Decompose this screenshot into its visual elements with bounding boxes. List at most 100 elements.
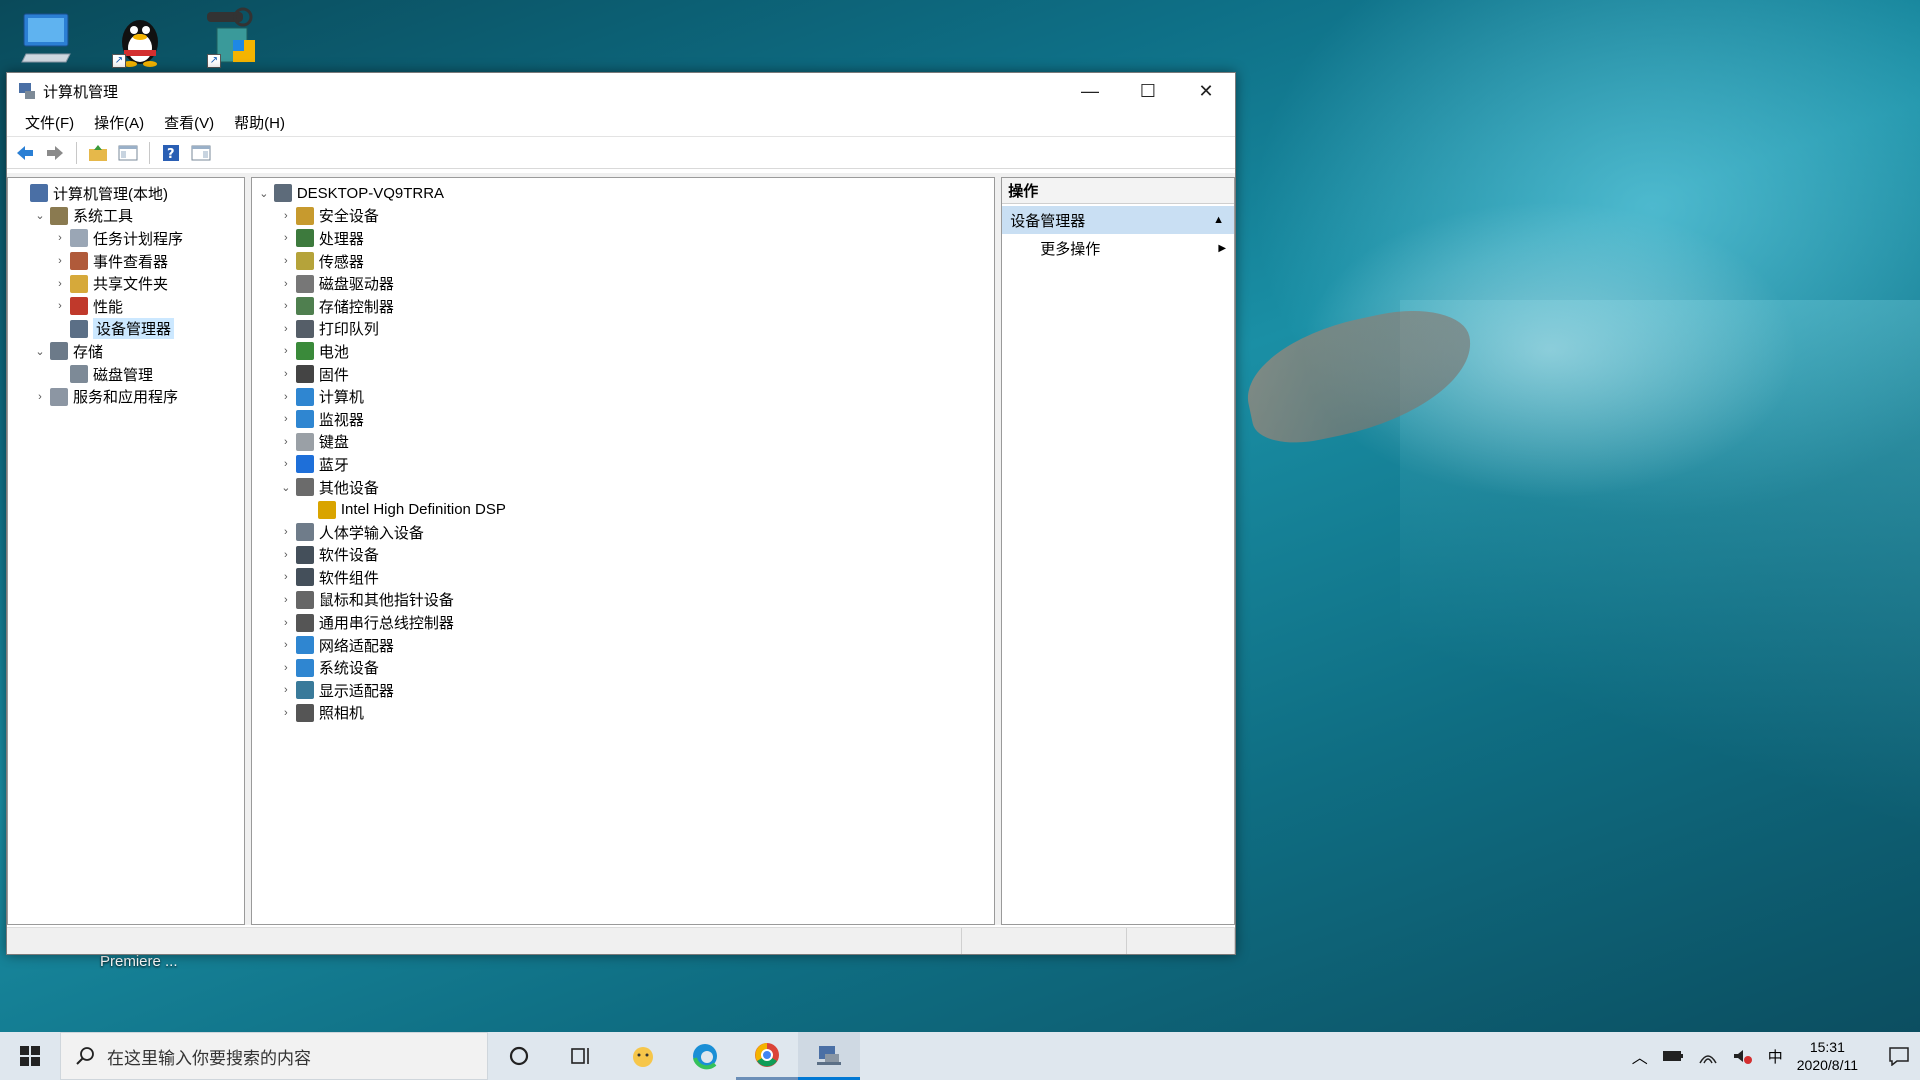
cortana-icon[interactable] (488, 1032, 550, 1080)
expand-chevron-icon[interactable]: › (278, 594, 294, 606)
device-tree-item[interactable]: › 通用串行总线控制器 (252, 611, 994, 634)
console-tree-item[interactable]: › 共享文件夹 (8, 272, 244, 295)
expand-chevron-icon[interactable]: › (278, 210, 294, 222)
taskbar-app-yellow-icon[interactable] (612, 1032, 674, 1080)
device-tree-item[interactable]: › 处理器 (252, 227, 994, 250)
volume-muted-icon[interactable] (1732, 1047, 1754, 1065)
console-tree-item[interactable]: › 性能 (8, 295, 244, 318)
device-tree-item[interactable]: › 打印队列 (252, 318, 994, 341)
console-tree-item[interactable]: ⌄ 系统工具 (8, 205, 244, 228)
expand-chevron-icon[interactable]: › (278, 571, 294, 583)
device-tree-item[interactable]: › 安全设备 (252, 205, 994, 228)
expand-chevron-icon[interactable]: › (278, 391, 294, 403)
menu-action[interactable]: 操作(A) (84, 112, 154, 133)
console-tree-item[interactable]: › 事件查看器 (8, 250, 244, 273)
close-button[interactable]: ✕ (1177, 73, 1235, 109)
expand-chevron-icon[interactable]: › (278, 345, 294, 357)
show-hidden-icons-chevron-icon[interactable]: ︿ (1632, 1044, 1648, 1068)
forward-button[interactable] (43, 141, 67, 165)
console-tree-item[interactable]: › 任务计划程序 (8, 227, 244, 250)
expand-chevron-icon[interactable]: › (278, 255, 294, 267)
device-tree-item[interactable]: › 固件 (252, 363, 994, 386)
expand-chevron-icon[interactable]: › (278, 278, 294, 290)
expand-chevron-icon[interactable]: › (278, 662, 294, 674)
expand-chevron-icon[interactable]: › (52, 300, 68, 312)
actions-section-device-manager[interactable]: 设备管理器 ▲ (1002, 206, 1235, 234)
desktop-premiere-label[interactable]: Premiere ... (100, 953, 178, 970)
desktop-qq-icon[interactable]: ↗ (108, 6, 172, 70)
more-actions-item[interactable]: 更多操作 ▶ (1002, 234, 1234, 262)
expand-chevron-icon[interactable]: › (52, 255, 68, 267)
device-tree-item[interactable]: ⌄ 其他设备 (252, 476, 994, 499)
device-tree-item[interactable]: › 计算机 (252, 385, 994, 408)
expand-chevron-icon[interactable]: › (278, 413, 294, 425)
ime-indicator[interactable]: 中 (1768, 1046, 1783, 1067)
expand-chevron-icon[interactable]: › (278, 300, 294, 312)
device-tree-item[interactable]: › 显示适配器 (252, 679, 994, 702)
task-view-icon[interactable] (550, 1032, 612, 1080)
expand-chevron-icon[interactable]: › (278, 549, 294, 561)
expand-chevron-icon[interactable]: › (278, 526, 294, 538)
console-tree-item[interactable]: 设备管理器 (8, 318, 244, 341)
device-tree-item[interactable]: › 鼠标和其他指针设备 (252, 589, 994, 612)
expand-chevron-icon[interactable]: › (32, 391, 48, 403)
expand-chevron-icon[interactable]: › (278, 368, 294, 380)
expand-chevron-icon[interactable]: › (278, 458, 294, 470)
console-tree-item[interactable]: 磁盘管理 (8, 363, 244, 386)
collapse-chevron-icon[interactable]: ⌄ (278, 481, 294, 494)
up-folder-button[interactable] (86, 141, 110, 165)
console-tree-item[interactable]: ⌄ 存储 (8, 340, 244, 363)
chrome-browser-icon[interactable] (736, 1032, 798, 1080)
menu-file[interactable]: 文件(F) (15, 112, 84, 133)
network-wifi-icon[interactable] (1698, 1047, 1718, 1065)
desktop-this-pc-icon[interactable] (16, 6, 80, 70)
clock[interactable]: 15:31 2020/8/11 (1797, 1038, 1858, 1074)
computer-management-taskbar-icon[interactable] (798, 1032, 860, 1080)
device-tree-item[interactable]: ⌄ DESKTOP-VQ9TRRA (252, 182, 994, 205)
device-tree-item[interactable]: › 传感器 (252, 250, 994, 273)
console-tree-item[interactable]: 计算机管理(本地) (8, 182, 244, 205)
desktop-computer-management-icon[interactable]: ↗ (203, 6, 267, 70)
device-tree-item[interactable]: › 系统设备 (252, 656, 994, 679)
taskbar-search-box[interactable]: 在这里输入你要搜索的内容 (60, 1032, 488, 1080)
console-tree-item[interactable]: › 服务和应用程序 (8, 385, 244, 408)
expand-chevron-icon[interactable]: › (52, 278, 68, 290)
collapse-up-icon[interactable]: ▲ (1213, 214, 1224, 226)
device-tree-item[interactable]: › 电池 (252, 340, 994, 363)
minimize-button[interactable]: — (1061, 73, 1119, 109)
device-tree-item[interactable]: › 照相机 (252, 702, 994, 725)
show-hide-tree-button[interactable] (116, 141, 140, 165)
device-tree-item[interactable]: Intel High Definition DSP (252, 498, 994, 521)
device-tree-item[interactable]: › 网络适配器 (252, 634, 994, 657)
expand-chevron-icon[interactable]: › (278, 684, 294, 696)
expand-chevron-icon[interactable]: › (278, 707, 294, 719)
collapse-chevron-icon[interactable]: ⌄ (32, 209, 48, 222)
title-bar[interactable]: 计算机管理 — ☐ ✕ (7, 73, 1235, 109)
collapse-chevron-icon[interactable]: ⌄ (32, 345, 48, 358)
menu-help[interactable]: 帮助(H) (224, 112, 295, 133)
notification-center-icon[interactable] (1888, 1046, 1910, 1066)
start-button[interactable] (0, 1032, 60, 1080)
battery-icon[interactable] (1662, 1049, 1684, 1063)
device-tree-item[interactable]: › 软件组件 (252, 566, 994, 589)
edge-browser-icon[interactable] (674, 1032, 736, 1080)
device-tree-item[interactable]: › 存储控制器 (252, 295, 994, 318)
device-tree-item[interactable]: › 人体学输入设备 (252, 521, 994, 544)
device-tree-item[interactable]: › 监视器 (252, 408, 994, 431)
help-button[interactable]: ? (159, 141, 183, 165)
expand-chevron-icon[interactable]: › (278, 323, 294, 335)
expand-chevron-icon[interactable]: › (278, 617, 294, 629)
expand-chevron-icon[interactable]: › (52, 232, 68, 244)
expand-chevron-icon[interactable]: › (278, 436, 294, 448)
back-button[interactable] (13, 141, 37, 165)
device-tree-item[interactable]: › 键盘 (252, 431, 994, 454)
expand-chevron-icon[interactable]: › (278, 232, 294, 244)
collapse-chevron-icon[interactable]: ⌄ (256, 187, 272, 200)
device-tree-item[interactable]: › 蓝牙 (252, 453, 994, 476)
device-tree-item[interactable]: › 磁盘驱动器 (252, 272, 994, 295)
show-hide-action-pane-button[interactable] (189, 141, 213, 165)
maximize-button[interactable]: ☐ (1119, 73, 1177, 109)
device-tree-item[interactable]: › 软件设备 (252, 544, 994, 567)
menu-view[interactable]: 查看(V) (154, 112, 224, 133)
expand-chevron-icon[interactable]: › (278, 639, 294, 651)
